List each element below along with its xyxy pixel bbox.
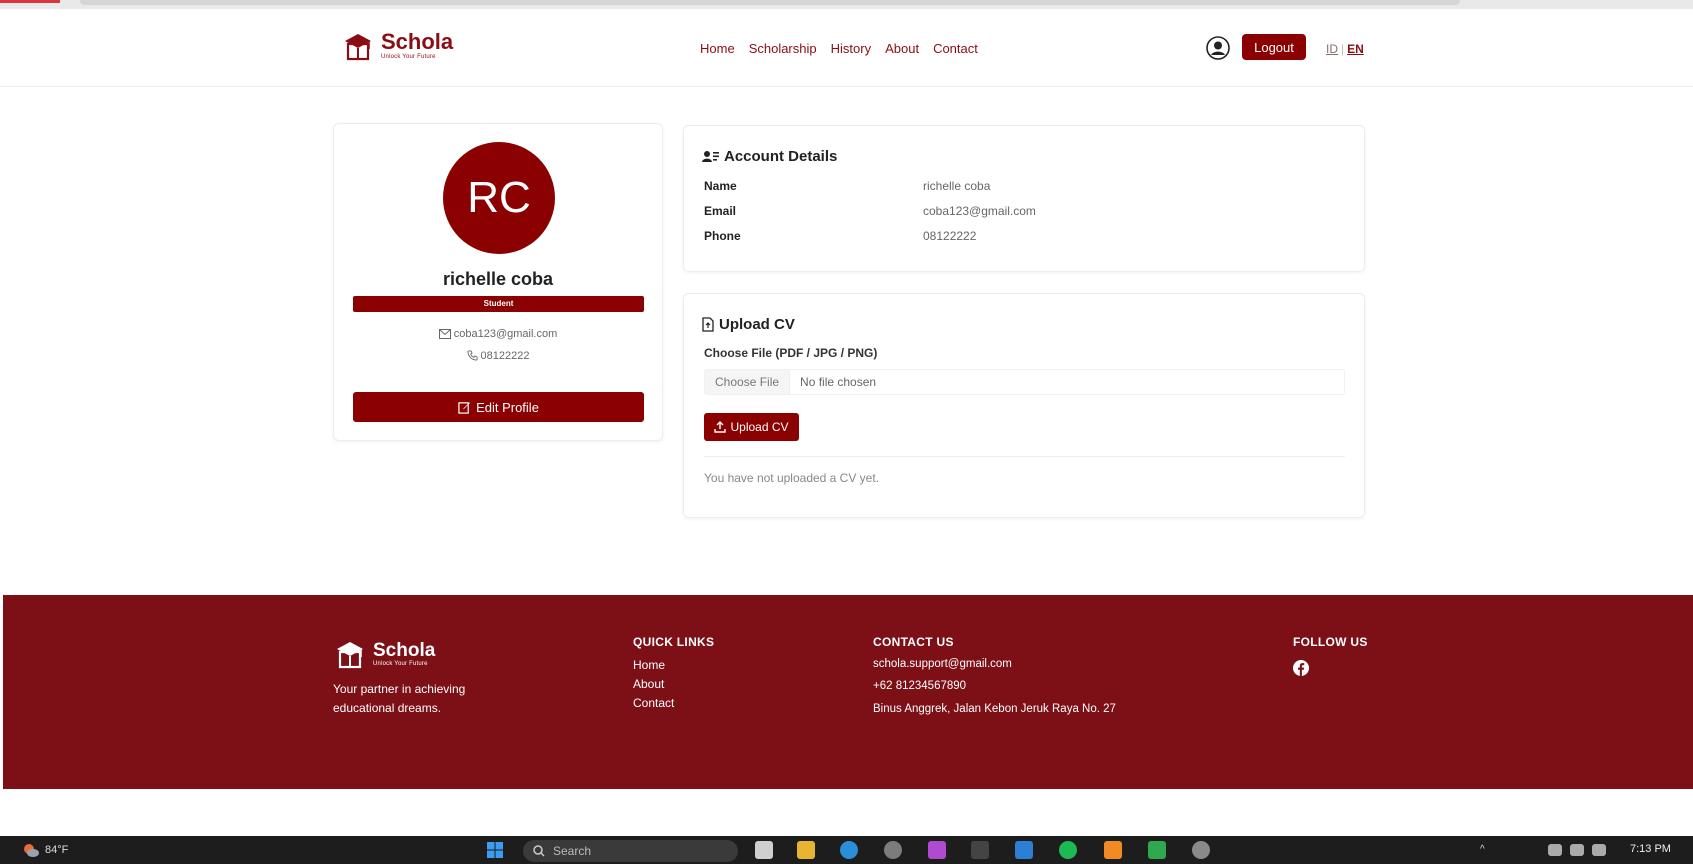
upload-cv-label: Upload CV <box>730 420 789 434</box>
spotify-icon[interactable] <box>1059 841 1077 859</box>
os-taskbar: 84°F Search ^ 7:13 PM <box>0 836 1693 864</box>
avatar: RC <box>443 142 555 254</box>
edit-icon <box>458 401 471 414</box>
footer-link-contact[interactable]: Contact <box>633 696 674 710</box>
profile-email: coba123@gmail.com <box>334 328 662 340</box>
logout-button[interactable]: Logout <box>1242 34 1306 60</box>
app-icon[interactable] <box>1104 841 1122 859</box>
app-icon[interactable] <box>1192 841 1210 859</box>
footer-brand-name: Schola <box>373 640 436 661</box>
terminal-icon[interactable] <box>971 841 989 859</box>
logo-mark-icon <box>345 34 371 61</box>
brand-tagline: Unlock Your Future <box>381 54 436 60</box>
brand-logo[interactable]: Schola Unlock Your Future <box>341 29 453 63</box>
app-icon[interactable] <box>928 841 946 859</box>
edge-browser-icon[interactable] <box>840 841 858 859</box>
name-value: richelle coba <box>923 179 991 193</box>
nav-contact[interactable]: Contact <box>933 41 978 56</box>
footer-brand-tagline: Unlock Your Future <box>373 661 428 667</box>
nav-scholarship[interactable]: Scholarship <box>749 41 817 56</box>
windows-start-icon[interactable] <box>486 841 504 859</box>
contact-email[interactable]: schola.support@gmail.com <box>873 658 1012 670</box>
email-label: Email <box>704 204 737 218</box>
task-view-icon[interactable] <box>755 841 773 859</box>
lang-en-link[interactable]: EN <box>1347 42 1364 56</box>
cv-file-input[interactable]: Choose File No file chosen <box>704 369 1345 395</box>
edit-profile-button[interactable]: Edit Profile <box>353 392 644 422</box>
logo-mark-icon <box>337 642 363 669</box>
wifi-icon[interactable] <box>1548 844 1562 856</box>
user-account-icon[interactable] <box>1206 36 1230 60</box>
file-explorer-icon[interactable] <box>797 841 815 859</box>
profile-phone: 08122222 <box>334 350 662 362</box>
weather-widget[interactable]: 84°F <box>22 842 68 858</box>
temperature-text: 84°F <box>45 844 69 856</box>
volume-icon[interactable] <box>1570 844 1584 856</box>
footer-description: Your partner in achieving educational dr… <box>333 682 466 715</box>
profile-name: richelle coba <box>442 269 554 289</box>
search-icon <box>533 845 545 857</box>
facebook-icon[interactable] <box>1293 660 1309 676</box>
nav-history[interactable]: History <box>831 41 871 56</box>
contact-phone: +62 81234567890 <box>873 680 967 692</box>
footer-link-home[interactable]: Home <box>633 658 665 672</box>
role-badge: Student <box>353 296 644 312</box>
footer-link-about[interactable]: About <box>633 677 664 691</box>
browser-top-strip <box>0 0 1693 9</box>
nav-home[interactable]: Home <box>700 41 735 56</box>
edit-profile-label: Edit Profile <box>476 399 539 415</box>
choose-file-button[interactable]: Choose File <box>705 370 791 394</box>
taskbar-search[interactable]: Search <box>523 840 738 862</box>
search-placeholder: Search <box>553 844 592 858</box>
file-icon <box>702 317 714 332</box>
navbar: Schola Unlock Your Future Home Scholarsh… <box>0 9 1693 87</box>
name-label: Name <box>704 179 737 193</box>
upload-cv-title-text: Upload CV <box>719 316 795 333</box>
contact-address: Binus Anggrek, Jalan Kebon Jeruk Raya No… <box>873 703 1116 715</box>
follow-heading: FOLLOW US <box>1293 635 1368 649</box>
footer: Schola Unlock Your Future Your partner i… <box>3 595 1693 789</box>
clock[interactable]: 7:13 PM <box>1630 843 1671 855</box>
quick-links-heading: QUICK LINKS <box>633 635 715 649</box>
account-details-title: Account Details <box>702 148 837 165</box>
weather-icon <box>24 844 39 857</box>
email-value: coba123@gmail.com <box>923 204 1036 218</box>
vscode-icon[interactable] <box>1015 841 1033 859</box>
envelope-icon <box>438 329 451 339</box>
phone-icon <box>466 350 478 361</box>
brand-name: Schola <box>381 29 454 54</box>
divider <box>704 456 1345 457</box>
upload-cv-title: Upload CV <box>702 316 795 333</box>
profile-card: RC richelle coba Student coba123@gmail.c… <box>333 123 663 441</box>
contact-heading: CONTACT US <box>873 635 954 649</box>
lang-id-link[interactable]: ID <box>1326 42 1338 56</box>
profile-phone-text: 08122222 <box>480 350 530 362</box>
app-icon[interactable] <box>1148 841 1166 859</box>
language-switch: ID | EN <box>1326 42 1364 56</box>
tab-indicator <box>0 0 60 3</box>
upload-cv-button[interactable]: Upload CV <box>704 413 799 441</box>
account-details-card: Account Details Name richelle coba Email… <box>683 125 1365 272</box>
profile-email-text: coba123@gmail.com <box>453 328 558 340</box>
no-file-text: No file chosen <box>800 375 877 389</box>
chevron-up-icon[interactable]: ^ <box>1480 844 1492 856</box>
footer-brand-logo: Schola Unlock Your Future <box>333 637 435 671</box>
settings-icon[interactable] <box>884 841 902 859</box>
lang-separator: | <box>1341 42 1345 56</box>
account-details-title-text: Account Details <box>724 148 838 165</box>
user-details-icon <box>702 151 719 162</box>
upload-icon <box>714 421 727 433</box>
browser-bar <box>80 0 1460 5</box>
upload-cv-card: Upload CV Choose File (PDF / JPG / PNG) … <box>683 293 1365 518</box>
phone-value: 08122222 <box>923 229 977 243</box>
phone-label: Phone <box>704 229 741 243</box>
file-type-label: Choose File (PDF / JPG / PNG) <box>704 346 878 360</box>
battery-icon[interactable] <box>1592 844 1606 856</box>
cv-status-text: You have not uploaded a CV yet. <box>704 471 880 485</box>
nav-about[interactable]: About <box>885 41 919 56</box>
nav-links: Home Scholarship History About Contact <box>700 41 978 56</box>
